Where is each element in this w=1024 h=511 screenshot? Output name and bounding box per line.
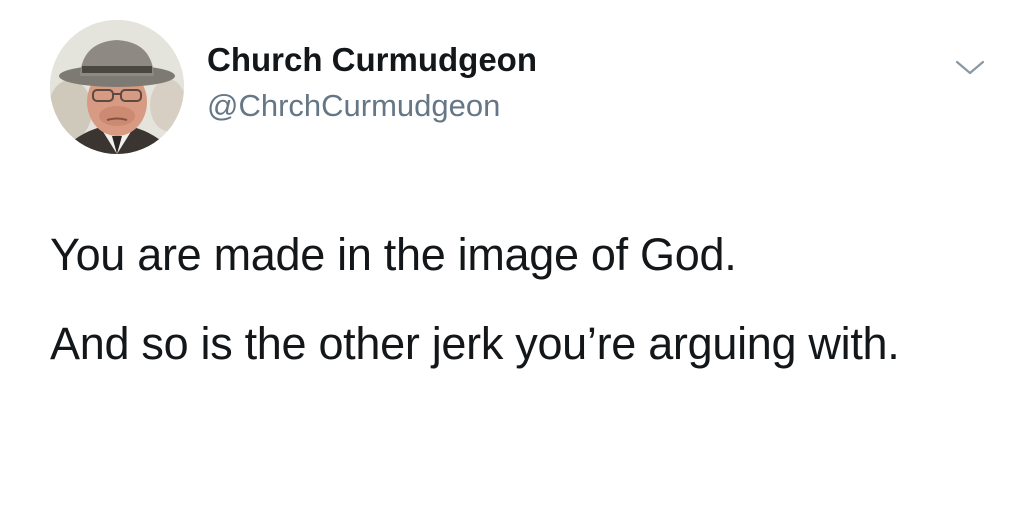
tweet-text: You are made in the image of God. And so… — [50, 224, 980, 375]
user-handle[interactable]: @ChrchCurmudgeon — [207, 86, 537, 126]
avatar[interactable] — [50, 20, 184, 154]
avatar-photo — [50, 20, 184, 154]
tweet-card: Church Curmudgeon @ChrchCurmudgeon You a… — [0, 0, 1024, 511]
author-info[interactable]: Church Curmudgeon @ChrchCurmudgeon — [207, 40, 537, 126]
chevron-down-icon[interactable] — [954, 56, 986, 78]
tweet-paragraph: And so is the other jerk you’re arguing … — [50, 318, 900, 369]
tweet-paragraph: You are made in the image of God. — [50, 229, 737, 280]
display-name[interactable]: Church Curmudgeon — [207, 40, 537, 80]
